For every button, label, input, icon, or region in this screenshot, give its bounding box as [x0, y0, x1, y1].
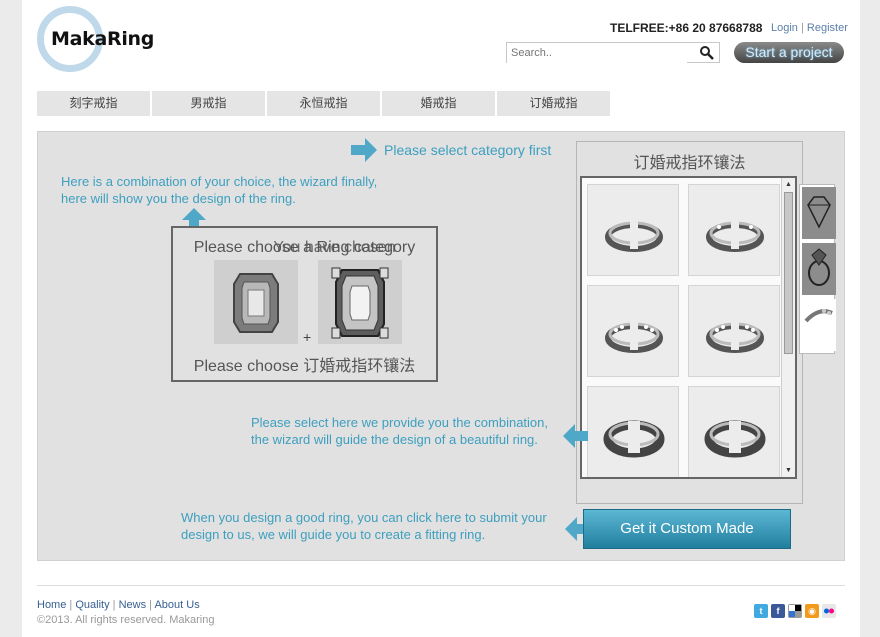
footer-link-about[interactable]: About Us — [154, 599, 199, 611]
ring-option[interactable] — [688, 184, 780, 276]
telfree-number: TELFREE:+86 20 87668788 — [610, 21, 763, 35]
combo-plus: + — [303, 329, 312, 345]
scroll-down-icon[interactable]: ▼ — [784, 466, 793, 475]
note-combination: Here is a combination of your choice, th… — [61, 174, 378, 206]
flickr-icon[interactable] — [822, 604, 836, 618]
setting-image — [318, 260, 402, 344]
ring-option[interactable] — [688, 285, 780, 377]
ring-option[interactable] — [688, 386, 780, 477]
footer-link-quality[interactable]: Quality — [75, 599, 109, 611]
facebook-icon[interactable]: f — [771, 604, 785, 618]
setting-thumb-diamond[interactable] — [802, 187, 836, 239]
start-project-button[interactable]: Start a project — [734, 42, 844, 63]
setting-thumbnails — [799, 184, 836, 354]
copyright: ©2013. All rights reserved. Makaring — [37, 614, 215, 626]
category-title: 订婚戒指环镶法 — [633, 155, 746, 172]
get-custom-made-button[interactable]: Get it Custom Made — [583, 509, 791, 549]
setting-thumb-band[interactable] — [802, 299, 836, 351]
footer-link-home[interactable]: Home — [37, 599, 66, 611]
ring-option[interactable] — [587, 184, 679, 276]
login-link[interactable]: Login — [771, 22, 798, 34]
register-link[interactable]: Register — [807, 22, 848, 34]
search-input[interactable] — [507, 43, 687, 63]
search-icon[interactable] — [699, 45, 715, 61]
note-select-category: Please select category first — [384, 142, 552, 158]
tab-mens-ring[interactable]: 男戒指 — [152, 91, 265, 116]
scroll-up-icon[interactable]: ▲ — [784, 180, 793, 189]
footer-divider — [37, 585, 845, 586]
gem-image — [214, 260, 298, 344]
tab-wedding-ring[interactable]: 婚戒指 — [382, 91, 495, 116]
setting-thumb-prong[interactable] — [802, 243, 836, 295]
auth-separator: | — [800, 22, 804, 34]
tab-engraved-ring[interactable]: 刻字戒指 — [37, 91, 150, 116]
note-select-combination: Please select here we provide you the co… — [251, 415, 549, 447]
ring-grid: ▲ ▼ — [580, 176, 797, 479]
twitter-icon[interactable]: t — [754, 604, 768, 618]
rss-icon[interactable]: ◉ — [805, 604, 819, 618]
category-tabs: 刻字戒指 男戒指 永恒戒指 婚戒指 订婚戒指 — [37, 91, 610, 116]
arrow-left-icon — [563, 424, 588, 448]
arrow-right-icon — [351, 138, 377, 162]
search-box — [506, 42, 720, 63]
ring-option[interactable] — [587, 386, 679, 477]
category-panel: 订婚戒指环镶法 ▲ ▼ — [576, 141, 803, 504]
logo-text[interactable]: MakaRing — [51, 28, 154, 50]
page: MakaRing TELFREE:+86 20 87668788 Login |… — [22, 0, 860, 637]
wizard-panel: Please select category first Here is a c… — [37, 131, 845, 561]
combo-title-chosen: You have chosen — [273, 239, 396, 256]
note-submit: When you design a good ring, you can cli… — [181, 510, 547, 542]
ring-option[interactable] — [587, 285, 679, 377]
tab-eternity-ring[interactable]: 永恒戒指 — [267, 91, 380, 116]
auth-links: Login | Register — [771, 22, 848, 34]
footer-link-news[interactable]: News — [119, 599, 147, 611]
ring-grid-scrollbar[interactable]: ▲ ▼ — [781, 178, 795, 477]
delicious-icon[interactable] — [788, 604, 802, 618]
combination-preview: Please choose a Ring category You have c… — [171, 226, 438, 382]
combo-choose-label: Please choose 订婚戒指环镶法 — [193, 358, 416, 375]
scroll-thumb[interactable] — [784, 192, 793, 354]
tab-engagement-ring[interactable]: 订婚戒指 — [497, 91, 610, 116]
footer-links: Home | Quality | News | About Us — [37, 599, 200, 611]
social-icons: t f ◉ — [754, 604, 836, 618]
